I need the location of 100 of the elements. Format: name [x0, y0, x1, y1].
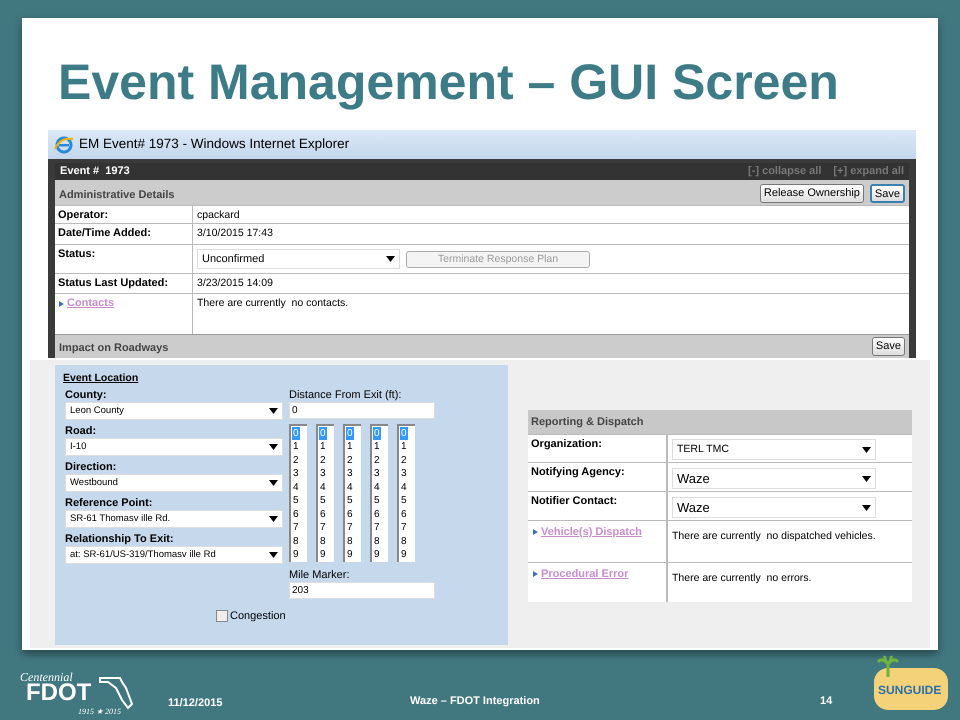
list-option[interactable]: 6 [400, 508, 408, 522]
list-option[interactable]: 8 [292, 534, 300, 548]
list-option[interactable]: 8 [373, 534, 381, 548]
list-option[interactable]: 4 [319, 480, 327, 494]
distance-field[interactable]: 0 [289, 402, 435, 419]
field-label: Notifying Agency: [531, 465, 625, 480]
caret-icon [862, 476, 871, 482]
list-option[interactable]: 5 [373, 494, 381, 508]
dropdown[interactable]: I-10 [65, 438, 283, 456]
list-option[interactable]: 2 [292, 454, 300, 468]
list-option[interactable]: 8 [319, 534, 327, 548]
caret-icon [269, 408, 278, 414]
field-label: Mile Marker: [289, 568, 351, 582]
list-option[interactable]: 3 [346, 467, 354, 481]
list-option[interactable]: 5 [400, 494, 408, 508]
list-option[interactable]: 7 [319, 521, 327, 535]
field-label: Date/Time Added: [58, 226, 151, 241]
list-option[interactable]: 9 [400, 548, 408, 562]
state-outline-icon [98, 674, 134, 710]
dropdown[interactable]: TERL TMC [672, 439, 876, 460]
digit-list[interactable]: 0 1 2 3 4 5 6 7 8 9 [289, 424, 307, 562]
dropdown[interactable]: at: SR-61/US-319/Thomasv ille Rd [65, 546, 283, 564]
status-dropdown[interactable]: Unconfirmed [197, 249, 400, 269]
field-value: 3/23/2015 14:09 [197, 276, 273, 291]
checkbox[interactable] [216, 610, 228, 622]
browser-logo-icon [54, 134, 74, 154]
list-option[interactable]: 5 [346, 494, 354, 508]
list-option[interactable]: 3 [400, 467, 408, 481]
list-option[interactable]: 3 [319, 467, 327, 481]
caret-icon [862, 504, 871, 510]
list-option[interactable]: 5 [292, 494, 300, 508]
dropdown[interactable]: Waze [672, 497, 876, 518]
list-option[interactable]: 5 [319, 494, 327, 508]
list-option[interactable]: 4 [373, 480, 381, 494]
list-option[interactable]: 2 [346, 454, 354, 468]
list-option[interactable]: 2 [400, 454, 408, 468]
field-label: Relationship To Exit: [65, 532, 175, 546]
footer-title: Waze – FDOT Integration [410, 694, 540, 709]
list-option[interactable]: 6 [319, 508, 327, 522]
dropdown[interactable]: SR-61 Thomasv ille Rd. [65, 510, 283, 528]
release-ownership-button[interactable]: Release Ownership [760, 184, 864, 203]
section-title: Event Location [63, 371, 138, 386]
field-label: Operator: [58, 208, 108, 223]
digit-list[interactable]: 0 1 2 3 4 5 6 7 8 9 [343, 424, 361, 562]
save-button[interactable]: Save [872, 337, 905, 356]
list-option[interactable]: 9 [292, 548, 300, 562]
list-option[interactable]: 6 [292, 508, 300, 522]
section-title: Impact on Roadways [59, 340, 168, 356]
caret-icon [269, 516, 278, 522]
dropdown[interactable]: Waze [672, 468, 876, 489]
digit-list[interactable]: 0 1 2 3 4 5 6 7 8 9 [370, 424, 388, 562]
caret-icon [269, 480, 278, 486]
save-button[interactable]: Save [870, 184, 905, 203]
field-label: Reference Point: [65, 496, 154, 510]
list-option[interactable]: 2 [373, 454, 381, 468]
list-option[interactable]: 8 [346, 534, 354, 548]
list-option[interactable]: 7 [400, 521, 408, 535]
list-option[interactable]: 1 [346, 440, 354, 454]
list-option[interactable]: 9 [319, 548, 327, 562]
list-option[interactable]: 7 [373, 521, 381, 535]
list-option[interactable]: 9 [346, 548, 354, 562]
caret-icon [269, 444, 278, 450]
expand-arrow-icon [533, 529, 538, 535]
list-option[interactable]: 6 [373, 508, 381, 522]
field-value: There are currently no errors. [672, 572, 812, 584]
digit-list[interactable]: 0 1 2 3 4 5 6 7 8 9 [316, 424, 334, 562]
list-option[interactable]: 1 [373, 440, 381, 454]
caret-icon [862, 446, 871, 452]
list-option[interactable]: 7 [292, 521, 300, 535]
field-label: Organization: [531, 437, 602, 452]
section-title: Administrative Details [59, 188, 175, 202]
checkbox-label: Congestion [230, 608, 286, 624]
list-option[interactable]: 2 [319, 454, 327, 468]
expand-arrow-icon [533, 571, 538, 577]
list-option[interactable]: 3 [373, 467, 381, 481]
field-value: There are currently no contacts. [197, 296, 348, 311]
dropdown[interactable]: Westbound [65, 474, 283, 492]
list-option[interactable]: 3 [292, 467, 300, 481]
list-option[interactable]: 8 [400, 534, 408, 548]
list-option[interactable]: 1 [319, 440, 327, 454]
field-label: County: [65, 388, 108, 402]
page-number: 14 [820, 694, 832, 709]
list-option[interactable]: 1 [400, 440, 408, 454]
field-label: Notifier Contact: [531, 494, 618, 509]
field-value: There are currently no dispatched vehicles. [672, 530, 876, 542]
list-option[interactable]: 9 [373, 548, 381, 562]
event-number: Event # 1973 [60, 164, 130, 180]
list-option[interactable]: 4 [346, 480, 354, 494]
digit-list[interactable]: 0 1 2 3 4 5 6 7 8 9 [397, 424, 415, 562]
list-option[interactable]: 4 [400, 480, 408, 494]
window-title: EM Event# 1973 - Windows Internet Explorer [79, 135, 350, 154]
field-label: Distance From Exit (ft): [289, 388, 402, 402]
list-option[interactable]: 1 [292, 440, 300, 454]
list-option[interactable]: 4 [292, 480, 300, 494]
list-option[interactable]: 7 [346, 521, 354, 535]
footer-date: 11/12/2015 [168, 696, 222, 711]
list-option[interactable]: 6 [346, 508, 354, 522]
field-label: Road: [65, 424, 98, 438]
dropdown[interactable]: Leon County [65, 402, 283, 420]
mile-marker-field[interactable]: 203 [289, 582, 435, 599]
